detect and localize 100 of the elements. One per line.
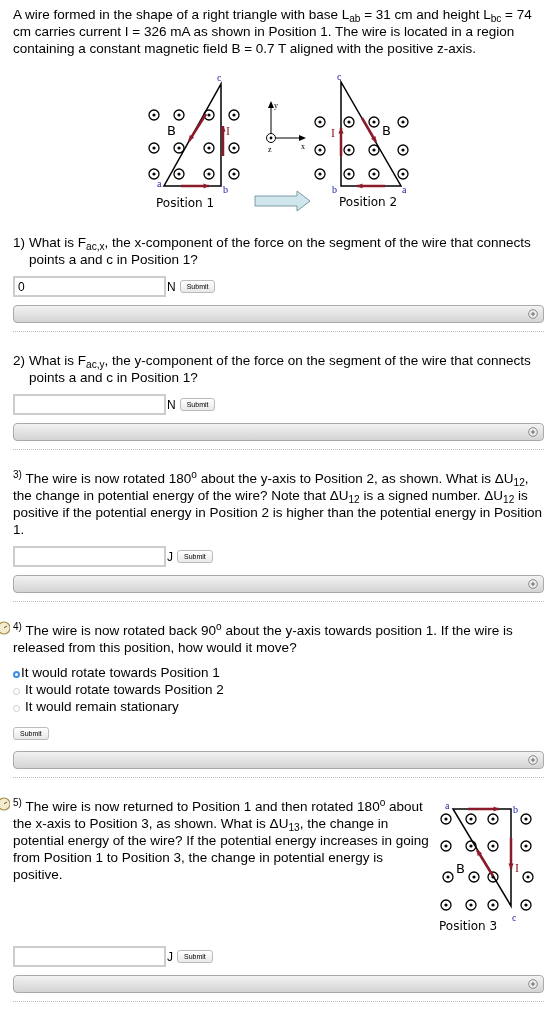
axis-label: x <box>300 142 305 151</box>
field-dot-icon <box>396 168 409 180</box>
field-dot-icon <box>202 168 215 180</box>
field-dot-icon <box>227 109 240 121</box>
expand-icon <box>528 579 538 589</box>
current-arrow <box>337 128 344 156</box>
question-text: $^{3)}$ The wire is now rotated 180$^{o}$ about the y-axis to Position 2, as shown. What is ΔU$_{12}$, the change in potential energy of the wire? Note that ΔU$_{12}$ is a signed number. ΔU$_{12}$ is positive if the potential energy in Position 2 is higher than the potential energy in Position 1. <box>13 470 544 538</box>
field-dot-icon <box>522 871 534 883</box>
field-dot-icon <box>520 813 532 825</box>
field-dot-icon <box>147 168 160 180</box>
field-dot-icon <box>468 871 480 883</box>
question-number: 2) <box>13 352 26 370</box>
current-arrow <box>475 849 495 877</box>
field-dot-icon <box>342 168 355 180</box>
feedback-bar[interactable] <box>13 423 544 441</box>
field-label: B <box>456 861 465 876</box>
current-arrow <box>219 126 226 156</box>
expand-icon <box>528 427 538 437</box>
field-dot-icon <box>465 813 477 825</box>
expand-icon <box>528 979 538 989</box>
field-dot-icon <box>367 116 380 128</box>
radio-button[interactable] <box>13 705 20 712</box>
feedback-bar[interactable] <box>13 751 544 769</box>
field-dot-icon <box>440 840 452 852</box>
axis-label: z <box>267 145 272 154</box>
answer-field[interactable]: 0 <box>13 276 166 297</box>
answer-field[interactable] <box>13 546 166 567</box>
current-label: I <box>225 124 230 138</box>
current-arrow <box>360 117 377 143</box>
current-arrow <box>187 113 207 142</box>
current-arrow <box>468 806 499 812</box>
transition-arrow-icon <box>254 190 310 212</box>
figure-caption: Position 2 <box>338 195 397 209</box>
field-dot-icon <box>520 840 532 852</box>
problem-statement: A wire formed in the shape of a right triangle with base L$_{ab}$ = 31 cm and height L$_{bc}$ = 74 cm carries current I = 326 mA as shown in Position 1. The wire is located in a region containing a constant magnetic field B = 0.7 T aligned with the positive z-axis. <box>13 6 533 57</box>
unit-label: N <box>167 396 176 414</box>
current-arrow <box>180 183 209 189</box>
figure-caption: Position 3 <box>439 919 498 933</box>
expand-icon <box>528 309 538 319</box>
radio-button[interactable] <box>13 670 20 678</box>
question-text: What is F$_{ac,y}$, the y-component of the force on the segment of the wire that connects points a and c in Position 1? <box>29 352 532 386</box>
field-dot-icon <box>440 899 452 911</box>
point-label: b <box>222 184 228 195</box>
figure-caption: Position 1 <box>155 196 214 210</box>
clock-icon <box>0 796 10 812</box>
question-text: $^{5)}$ The wire is now returned to Position 1 and then rotated 180$^{o}$ about the x-axis to Position 3, as shown. What is ΔU$_{13}$, the change in potential energy of the wire? If the potential energy increases in going from Position 1 to Position 3, the change in potential energy is positive. <box>13 798 430 883</box>
field-dot-icon <box>172 168 185 180</box>
field-dot-icon <box>227 142 240 154</box>
current-arrow <box>356 183 385 189</box>
field-dot-icon <box>487 871 499 883</box>
option-label[interactable]: It would rotate towards Position 1 <box>21 664 220 681</box>
field-dot-icon <box>202 142 215 154</box>
point-label: a <box>401 184 406 195</box>
axis-label: y <box>273 101 278 110</box>
field-dot-icon <box>396 116 409 128</box>
field-dot-icon <box>202 109 215 121</box>
unit-label: J <box>167 948 173 966</box>
field-dot-icon <box>487 840 499 852</box>
question-text: $^{4)}$ The wire is now rotated back 90$^{o}$ about the y-axis towards position 1. If the wire is released from this position, how would it move? <box>13 622 514 656</box>
option-label[interactable]: It would remain stationary <box>25 698 179 715</box>
feedback-bar[interactable] <box>13 975 544 993</box>
feedback-bar[interactable] <box>13 305 544 323</box>
unit-label: J <box>167 548 173 566</box>
point-label: c <box>336 71 341 82</box>
unit-label: N <box>167 278 176 296</box>
point-label: a <box>156 178 161 189</box>
field-dot-icon <box>396 144 409 156</box>
answer-field[interactable] <box>13 394 166 415</box>
point-label: a <box>445 800 450 811</box>
field-dot-icon <box>172 109 185 121</box>
field-dot-icon <box>367 144 380 156</box>
field-dot-icon <box>147 109 160 121</box>
field-dot-icon <box>313 116 326 128</box>
clock-icon <box>0 620 10 636</box>
field-dot-icon <box>342 144 355 156</box>
field-label: B <box>166 123 176 138</box>
field-dot-icon <box>465 840 477 852</box>
question-text: What is F$_{ac,x}$, the x-component of the force on the segment of the wire that connects points a and c in Position 1? <box>29 234 532 268</box>
current-label: I <box>330 126 335 140</box>
field-dot-icon <box>487 899 499 911</box>
expand-icon <box>528 755 538 765</box>
point-label: c <box>512 912 517 923</box>
field-dot-icon <box>440 813 452 825</box>
field-dot-icon <box>313 144 326 156</box>
field-dot-icon <box>147 142 160 154</box>
field-dot-icon <box>520 899 532 911</box>
field-dot-icon <box>313 168 326 180</box>
point-label: b <box>331 184 337 195</box>
option-label[interactable]: It would rotate towards Position 2 <box>25 681 224 698</box>
point-label: b <box>513 804 518 815</box>
axes-drawing <box>265 101 306 143</box>
field-label: B <box>381 123 391 138</box>
field-dot-icon <box>342 116 355 128</box>
feedback-bar[interactable] <box>13 575 544 593</box>
field-dot-icon <box>172 142 185 154</box>
answer-field[interactable] <box>13 946 166 967</box>
field-dot-icon <box>367 168 380 180</box>
radio-button[interactable] <box>13 688 20 695</box>
field-dot-icon <box>487 813 499 825</box>
current-arrow <box>508 838 514 869</box>
